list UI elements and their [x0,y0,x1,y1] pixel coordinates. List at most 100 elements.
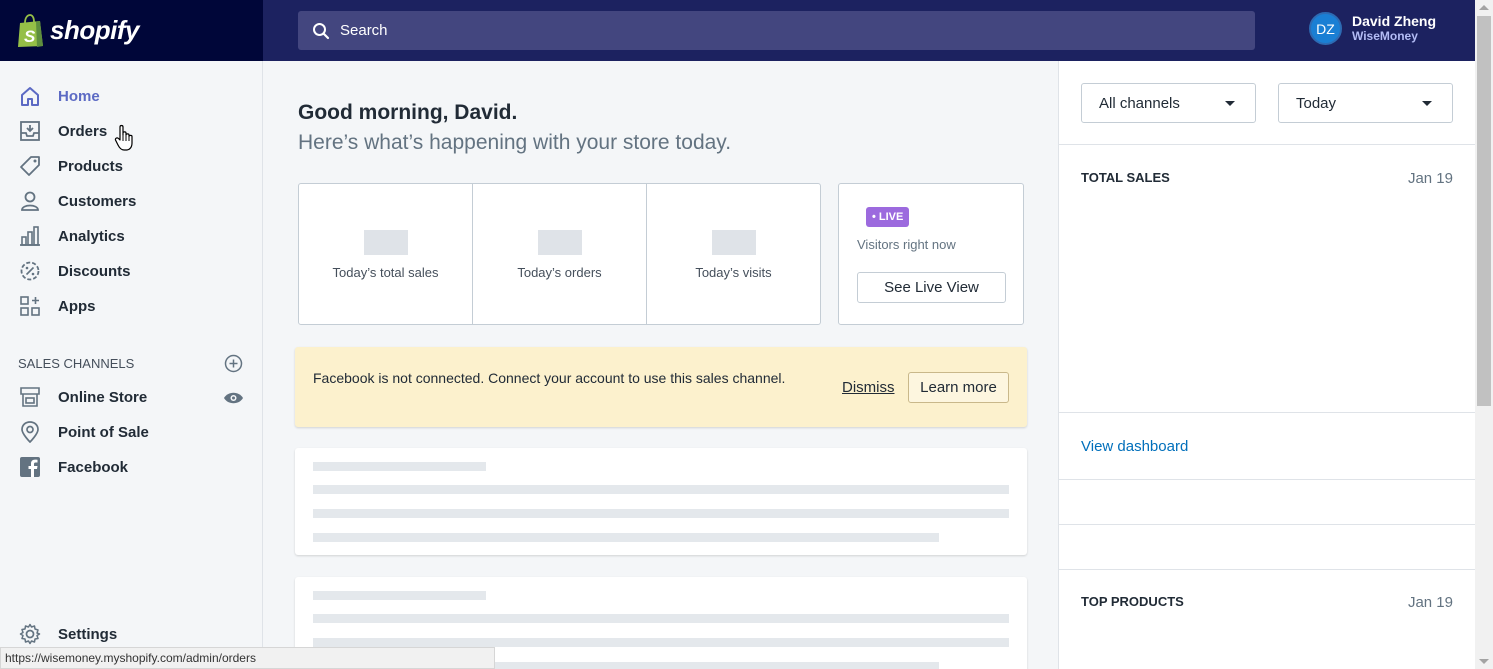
search-placeholder: Search [340,22,388,39]
store-icon [18,385,42,409]
sidebar-item-products[interactable]: Products [18,154,123,178]
skeleton-line [313,614,1009,623]
store-name: WiseMoney [1352,28,1418,43]
brand-name: shopify [50,15,139,45]
learn-more-button[interactable]: Learn more [908,372,1009,403]
sidebar-item-discounts[interactable]: Discounts [18,259,131,283]
user-menu[interactable]: DZ David Zheng WiseMoney [1309,12,1436,45]
sidebar-item-customers[interactable]: Customers [18,189,136,213]
orders-icon [18,119,42,143]
scroll-thumb[interactable] [1477,16,1491,406]
skeleton-line [313,485,1009,494]
hand-cursor-icon [114,124,133,151]
top-products-date: Jan 19 [1407,594,1453,611]
right-panel: All channels Today TOTAL SALES Jan 19 Vi… [1058,61,1476,669]
channel-select[interactable]: All channels [1081,83,1256,123]
location-pin-icon [18,420,42,444]
sidebar-item-label: Home [58,87,100,105]
stat-placeholder [711,230,756,255]
banner-message: Facebook is not connected. Connect your … [313,370,786,386]
sidebar-item-label: Facebook [58,458,129,476]
date-select[interactable]: Today [1278,83,1453,123]
stat-total-sales[interactable]: Today’s total sales [299,184,473,324]
divider [1059,412,1476,413]
sidebar: Home Orders Products Customers Analytics… [0,61,263,669]
stat-placeholder [363,230,408,255]
sidebar-item-home[interactable]: Home [18,84,100,108]
divider [1059,569,1476,570]
sidebar-item-label: Products [58,157,124,175]
top-products-title: TOP PRODUCTS [1081,594,1184,609]
scroll-up-icon[interactable] [1479,5,1489,10]
sidebar-item-label: Apps [58,297,96,315]
divider [1059,144,1476,145]
see-live-view-button[interactable]: See Live View [857,272,1006,303]
sidebar-item-label: Orders [58,122,108,140]
tag-icon [18,154,42,178]
view-dashboard-link[interactable]: View dashboard [1081,438,1188,455]
person-icon [18,189,42,213]
sidebar-item-point-of-sale[interactable]: Point of Sale [18,420,149,444]
sales-channels-heading: SALES CHANNELS [18,356,135,371]
browser-status-bar: https://wisemoney.myshopify.com/admin/or… [0,647,495,669]
stat-visits[interactable]: Today’s visits [647,184,820,324]
scroll-down-icon[interactable] [1479,659,1489,664]
stat-label: Today’s orders [517,265,602,280]
sidebar-item-apps[interactable]: Apps [18,294,96,318]
stats-card: Today’s total sales Today’s orders Today… [298,183,821,325]
shopify-logo[interactable]: S shopify [0,0,263,61]
search-input[interactable]: Search [298,11,1255,50]
home-icon [18,84,42,108]
live-view-card: • LIVE Visitors right now See Live View [838,183,1024,325]
sidebar-item-label: Customers [58,192,137,210]
divider [1059,479,1476,480]
skeleton-line [313,509,1009,518]
channel-select-value: All channels [1099,94,1180,112]
sidebar-item-label: Online Store [58,388,148,406]
chart-icon [18,224,42,248]
facebook-banner: Facebook is not connected. Connect your … [295,347,1027,427]
sidebar-item-label: Point of Sale [58,423,149,441]
skeleton-line [313,533,939,542]
sidebar-item-online-store[interactable]: Online Store [18,385,147,409]
add-channel-icon[interactable] [224,354,243,373]
stat-placeholder [537,230,582,255]
loading-card [295,448,1027,555]
caret-down-icon [1225,101,1235,106]
total-sales-title: TOTAL SALES [1081,170,1170,185]
live-visitors-label: Visitors right now [857,237,956,252]
total-sales-date: Jan 19 [1407,170,1453,187]
skeleton-line [313,638,1009,647]
skeleton-line [313,462,486,471]
top-bar: S shopify Search DZ David Zheng WiseMone… [0,0,1475,61]
page-title: Good morning, David. [298,101,518,124]
stat-label: Today’s visits [695,265,772,280]
eye-icon[interactable] [223,391,244,405]
skeleton-line [313,591,486,600]
live-badge: • LIVE [866,207,910,227]
sidebar-item-label: Settings [58,625,118,643]
facebook-icon [18,455,42,479]
sidebar-item-analytics[interactable]: Analytics [18,224,125,248]
discount-icon [18,259,42,283]
svg-text:S: S [24,27,36,46]
page-scrollbar[interactable] [1475,0,1493,669]
page-subtitle: Here’s what’s happening with your store … [298,131,732,154]
sidebar-item-orders[interactable]: Orders [18,119,107,143]
apps-icon [18,294,42,318]
sidebar-item-settings[interactable]: Settings [18,622,117,646]
user-name: David Zheng [1352,13,1437,30]
avatar: DZ [1309,12,1342,45]
date-select-value: Today [1296,94,1337,112]
stat-label: Today’s total sales [332,265,439,280]
dismiss-link[interactable]: Dismiss [842,379,895,396]
stat-orders[interactable]: Today’s orders [473,184,647,324]
sidebar-item-label: Discounts [58,262,131,280]
sidebar-item-facebook[interactable]: Facebook [18,455,128,479]
gear-icon [18,622,42,646]
search-icon [313,22,330,39]
main-content: Good morning, David. Here’s what’s happe… [263,61,1058,669]
sidebar-item-label: Analytics [58,227,125,245]
caret-down-icon [1422,101,1432,106]
divider [1059,524,1476,525]
